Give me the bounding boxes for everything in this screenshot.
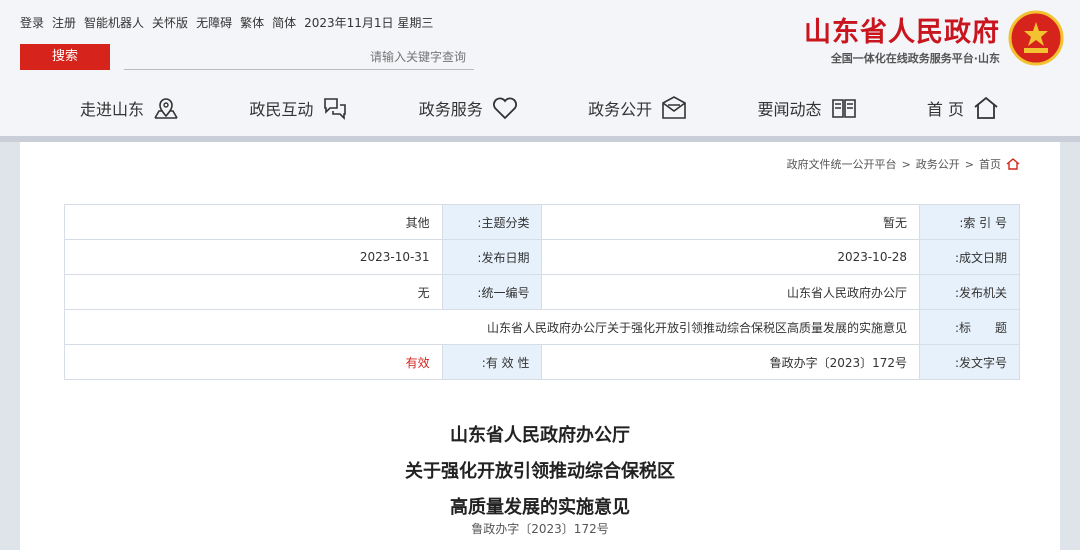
date-value: 2023-10-28 (541, 239, 921, 275)
search-button[interactable]: 搜索 (20, 44, 110, 70)
validity-value: 有效 (64, 344, 443, 380)
link-robot[interactable]: 智能机器人 (84, 14, 144, 31)
nav-label: 走进山东 (80, 100, 145, 119)
search-input[interactable] (124, 44, 474, 70)
index-value: 暂无 (541, 204, 921, 240)
breadcrumb-current[interactable]: 政府文件统一公开平台 (787, 156, 897, 172)
national-emblem-icon (1008, 10, 1064, 66)
nav-gov-service[interactable]: 政务服务 (419, 94, 519, 122)
nav-shandong[interactable]: 走进山东 (80, 94, 180, 122)
pub-label: 发布日期: (441, 239, 543, 275)
docno-value: 鲁政办字〔2023〕172号 (541, 344, 921, 380)
nav-label: 首 页 (926, 100, 964, 119)
chat-icon (324, 98, 347, 120)
document-title: 山东省人民政府办公厅 关于强化开放引领推动综合保税区 高质量发展的实施意见 (20, 418, 1060, 526)
home-icon (1006, 158, 1020, 170)
nav-gov-open[interactable]: 政务公开 (588, 94, 688, 122)
code-value: 无 (64, 274, 443, 310)
validity-label: 有 效 性: (441, 344, 543, 380)
category-value: 其他 (64, 204, 443, 240)
link-accessibility[interactable]: 无障碍 (196, 14, 232, 31)
link-login[interactable]: 登录 (20, 14, 44, 31)
link-care[interactable]: 关怀版 (152, 14, 188, 31)
breadcrumb-gov-open[interactable]: 政务公开 (916, 156, 960, 172)
org-value: 山东省人民政府办公厅 (541, 274, 921, 310)
table-row: 发布机关: 山东省人民政府办公厅 统一编号: 无 (64, 274, 1020, 310)
title-value: 山东省人民政府办公厅关于强化开放引领推动综合保税区高质量发展的实施意见 (63, 309, 921, 345)
breadcrumb: 首页 > 政务公开 > 政府文件统一公开平台 (787, 156, 1020, 172)
table-row: 索 引 号: 暂无 主题分类: 其他 (64, 204, 1020, 240)
nav-label: 政务服务 (418, 100, 483, 119)
site-title[interactable]: 山东省人民政府 (790, 10, 1000, 49)
home-icon (974, 96, 998, 119)
title-label: 标 题: (919, 309, 1020, 345)
nav-news[interactable]: 要闻动态 (758, 94, 858, 122)
date-label: 成文日期: (919, 239, 1020, 275)
docno-label: 发文字号: (919, 344, 1020, 380)
nav-label: 政务公开 (588, 100, 653, 119)
site-header: 山东省人民政府 全国一体化在线政务服务平台·山东 登录 注册 智能机器人 关怀版… (0, 0, 1080, 142)
heart-icon (492, 97, 517, 120)
document-number: 鲁政办字〔2023〕172号 (471, 522, 609, 536)
org-label: 发布机关: (919, 274, 1020, 310)
link-traditional[interactable]: 繁体 (240, 14, 264, 31)
table-row: 标 题: 山东省人民政府办公厅关于强化开放引领推动综合保税区高质量发展的实施意见 (63, 309, 1020, 345)
pub-value: 2023-10-31 (64, 239, 443, 275)
link-register[interactable]: 注册 (52, 14, 76, 31)
nav-home[interactable]: 首 页 (927, 94, 1000, 122)
document-title-line: 关于强化开放引领推动综合保税区 (405, 461, 675, 482)
link-simplified[interactable]: 简体 (272, 14, 296, 31)
nav-interaction[interactable]: 政民互动 (249, 94, 349, 122)
nav-label: 政民互动 (249, 100, 314, 119)
top-links: 登录 注册 智能机器人 关怀版 无障碍 繁体 简体 2023年11月1日 星期三 (20, 14, 433, 31)
breadcrumb-home[interactable]: 首页 (979, 156, 1001, 172)
table-row: 成文日期: 2023-10-28 发布日期: 2023-10-31 (64, 239, 1020, 275)
mail-icon (662, 96, 686, 119)
nav-label: 要闻动态 (757, 100, 822, 119)
document-title-line: 山东省人民政府办公厅 (450, 425, 630, 446)
newspaper-icon (831, 99, 856, 118)
breadcrumb-separator: > (901, 157, 911, 171)
breadcrumb-separator: > (964, 157, 974, 171)
main-nav: 首 页 要闻动态 政务公开 政务服务 政民互动 走进山东 (80, 86, 1000, 130)
map-pin-icon (154, 98, 178, 119)
site-subtitle: 全国一体化在线政务服务平台·山东 (830, 52, 1000, 65)
document-meta-table: 索 引 号: 暂无 主题分类: 其他 成文日期: 2023-10-28 发布日期… (63, 204, 1020, 380)
current-date: 2023年11月1日 星期三 (304, 16, 434, 30)
index-label: 索 引 号: (919, 204, 1020, 240)
main-content: 首页 > 政务公开 > 政府文件统一公开平台 索 引 号: 暂无 主题分类: 其… (20, 142, 1060, 550)
table-row: 发文字号: 鲁政办字〔2023〕172号 有 效 性: 有效 (64, 344, 1020, 380)
category-label: 主题分类: (441, 204, 543, 240)
code-label: 统一编号: (441, 274, 543, 310)
